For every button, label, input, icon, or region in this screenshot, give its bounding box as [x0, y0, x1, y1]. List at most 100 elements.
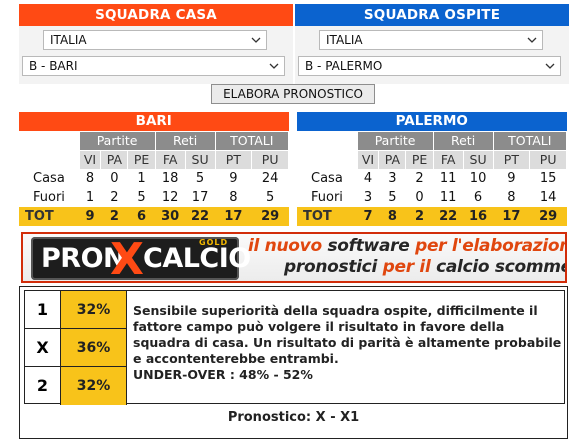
stat-cell: 3 [357, 188, 379, 207]
stat-cell: 11 [433, 188, 464, 207]
away-country-value: ITALIA [326, 33, 363, 47]
pronxcalcio-logo: PRON X CALCIO GOLD [31, 234, 251, 283]
col-header: FA [154, 149, 186, 170]
stat-cell: 8 [493, 188, 530, 207]
stat-cell: 0 [405, 188, 434, 207]
row-label: Casa [297, 169, 357, 188]
table-row: Casa 4 3 2 11 10 9 15 [297, 169, 567, 188]
stat-cell: 24 [251, 169, 289, 188]
home-country-value: ITALIA [50, 33, 87, 47]
away-stats-title: PALERMO [297, 112, 567, 131]
stat-cell: 5 [127, 188, 156, 207]
home-stats-table: BARI Partite Reti TOTALI VI PA PE FA SU … [19, 112, 290, 226]
home-team-value: B - BARI [29, 59, 78, 73]
elabora-pronostico-button[interactable]: ELABORA PRONOSTICO [211, 84, 375, 104]
stat-cell: 17 [185, 188, 216, 207]
stat-cell: 5 [251, 188, 289, 207]
odds-row-2: 2 32% [25, 367, 127, 405]
group-partite: Partite [356, 130, 434, 151]
stat-cell: 22 [185, 207, 216, 226]
tagline-part: calcio scommesse [436, 257, 565, 277]
col-header: SU [462, 149, 494, 170]
col-header: PE [127, 149, 156, 170]
odds-percentage: 32% [61, 291, 127, 329]
stat-cell: 14 [529, 188, 567, 207]
group-partite: Partite [78, 130, 156, 151]
away-team-value: B - PALERMO [305, 59, 383, 73]
stat-cell: 8 [79, 169, 101, 188]
group-totali: TOTALI [492, 130, 568, 151]
stat-cell: 17 [493, 207, 530, 226]
tagline-part: per l'elaborazione dei [415, 236, 565, 256]
odds-row-1: 1 32% [25, 291, 127, 329]
home-country-select[interactable]: ITALIA [43, 30, 267, 50]
stat-cell: 5 [378, 188, 406, 207]
row-label: TOT [297, 207, 357, 226]
away-country-select[interactable]: ITALIA [319, 30, 543, 50]
stat-cell: 9 [79, 207, 101, 226]
odds-percentage: 36% [61, 329, 127, 367]
away-team-panel: SQUADRA OSPITE ITALIA B - PALERMO [295, 4, 569, 84]
banner-tagline-1: il nuovo software per l'elaborazione dei [248, 236, 565, 256]
odds-sign: 1 [25, 291, 61, 329]
odds-percentage: 32% [61, 367, 127, 405]
tagline-part: software [327, 236, 410, 256]
col-header: PU [251, 149, 289, 170]
stat-cell: 18 [155, 169, 186, 188]
prediction-grid: 1 32% X 36% 2 32% Sensibile superiorità … [24, 290, 565, 405]
group-reti: Reti [154, 130, 216, 151]
col-header: PU [529, 149, 567, 170]
stat-cell: 29 [529, 207, 567, 226]
stat-cell: 9 [493, 169, 530, 188]
odds-sign: 2 [25, 367, 61, 405]
row-label: Fuori [297, 188, 357, 207]
group-totali: TOTALI [214, 130, 290, 151]
stat-cell: 9 [215, 169, 252, 188]
prediction-box: 1 32% X 36% 2 32% Sensibile superiorità … [19, 286, 568, 439]
away-team-header: SQUADRA OSPITE [295, 4, 569, 26]
row-label: Casa [19, 169, 79, 188]
home-team-select[interactable]: B - BARI [22, 56, 285, 76]
chevron-down-icon [251, 37, 261, 43]
stat-cell: 15 [529, 169, 567, 188]
total-row: TOT 9 2 6 30 22 17 29 [19, 207, 289, 226]
home-stats-title: BARI [19, 112, 289, 131]
stat-cell: 12 [155, 188, 186, 207]
under-over-text: UNDER-OVER : 48% - 52% [133, 367, 313, 382]
away-stats-table: PALERMO Partite Reti TOTALI VI PA PE FA … [297, 112, 568, 226]
away-team-select[interactable]: B - PALERMO [298, 56, 561, 76]
col-header: PA [100, 149, 129, 170]
row-label: Fuori [19, 188, 79, 207]
total-row: TOT 7 8 2 22 16 17 29 [297, 207, 567, 226]
banner-tagline-2: pronostici per il calcio scommesse [284, 257, 565, 277]
col-header: PT [214, 149, 253, 170]
stat-cell: 3 [378, 169, 406, 188]
logo-x-text: X [110, 234, 144, 283]
col-header: FA [432, 149, 464, 170]
stat-cell: 4 [357, 169, 379, 188]
chevron-down-icon [269, 63, 279, 69]
stat-cell: 2 [405, 207, 434, 226]
stat-cell: 2 [405, 169, 434, 188]
logo-gold-text: GOLD [199, 238, 229, 247]
table-row: Casa 8 0 1 18 5 9 24 [19, 169, 289, 188]
col-header: SU [184, 149, 216, 170]
stat-cell: 2 [100, 207, 128, 226]
stat-cell: 8 [378, 207, 406, 226]
stat-cell: 29 [251, 207, 289, 226]
stat-cell: 6 [127, 207, 156, 226]
group-reti: Reti [432, 130, 494, 151]
stat-cell: 17 [215, 207, 252, 226]
stat-cell: 2 [100, 188, 128, 207]
logo-calcio-text: CALCIO [143, 243, 251, 274]
stat-cell: 8 [215, 188, 252, 207]
col-header: PE [405, 149, 434, 170]
col-header: VI [78, 149, 102, 170]
stat-cell: 5 [185, 169, 216, 188]
table-row: Fuori 3 5 0 11 6 8 14 [297, 188, 567, 207]
pronxcalcio-banner[interactable]: PRON X CALCIO GOLD il nuovo software per… [21, 232, 567, 283]
row-label: TOT [19, 207, 79, 226]
stat-cell: 0 [100, 169, 128, 188]
stat-cell: 22 [433, 207, 464, 226]
stat-cell: 30 [155, 207, 186, 226]
